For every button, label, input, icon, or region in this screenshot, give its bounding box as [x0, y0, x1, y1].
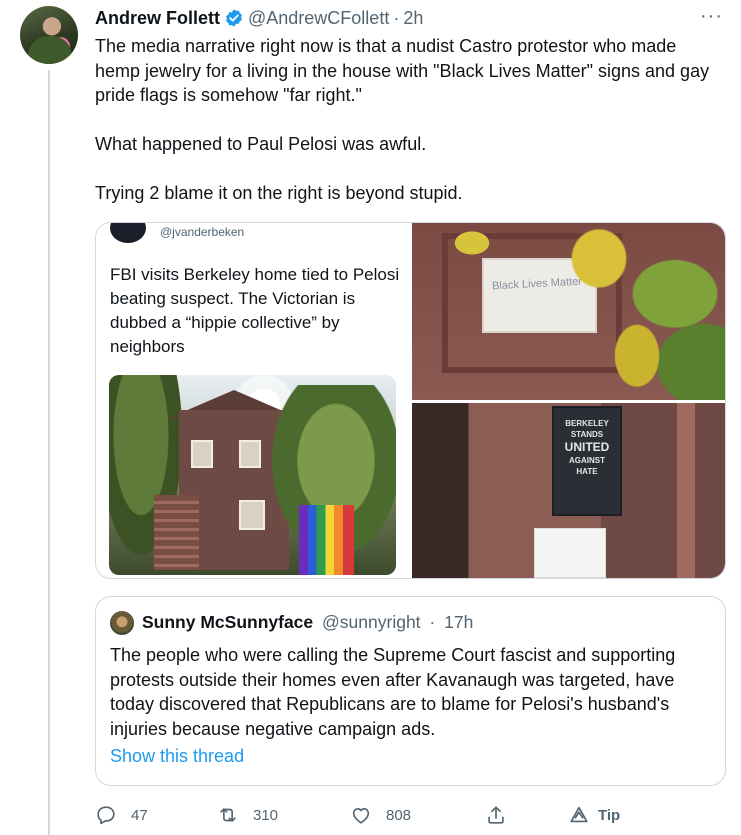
- media-article-screenshot[interactable]: @jvanderbeken FBI visits Berkeley home t…: [96, 223, 409, 578]
- house-photo: [109, 375, 396, 575]
- banner-line: STANDS: [570, 430, 604, 439]
- author-handle[interactable]: @AndrewCFollett: [248, 8, 389, 29]
- more-icon[interactable]: ···: [700, 6, 723, 26]
- posted-paper: [534, 528, 606, 578]
- article-avatar: [110, 223, 146, 243]
- article-handle: @jvanderbeken: [160, 225, 245, 239]
- quoted-tweet-text: The people who were calling the Supreme …: [110, 645, 676, 739]
- tip-icon: [570, 806, 588, 823]
- house-stairs: [154, 495, 199, 570]
- quoted-timestamp[interactable]: 17h: [444, 612, 473, 632]
- tweet-header: Andrew Follett @AndrewCFollett · 2h: [95, 6, 423, 30]
- tip-button[interactable]: Tip: [568, 800, 620, 830]
- quoted-separator: ·: [429, 612, 436, 632]
- like-count: 808: [386, 806, 412, 824]
- like-icon: [352, 807, 370, 824]
- reply-icon: [97, 806, 115, 825]
- quoted-author-name[interactable]: Sunny McSunnyface: [142, 612, 313, 632]
- tweet-paragraph-1: The media narrative right now is that a …: [95, 36, 710, 105]
- banner-line: UNITED: [564, 440, 610, 454]
- banner-line: BERKELEY: [565, 419, 609, 428]
- house-window: [191, 440, 213, 468]
- banner-photo[interactable]: BERKELEY STANDS UNITED AGAINST HATE: [412, 403, 725, 578]
- house-window: [239, 440, 261, 468]
- reply-count: 47: [131, 806, 148, 824]
- tweet-paragraph-3: Trying 2 blame it on the right is beyond…: [95, 183, 463, 203]
- tweet-text: The media narrative right now is that a …: [95, 34, 725, 206]
- porch-pillar: [677, 403, 695, 578]
- tweet-paragraph-2: What happened to Paul Pelosi was awful.: [95, 134, 427, 154]
- berkeley-banner: BERKELEY STANDS UNITED AGAINST HATE: [552, 406, 622, 516]
- retweet-count: 310: [253, 806, 279, 824]
- header-separator: ·: [393, 7, 400, 28]
- share-button[interactable]: [485, 800, 507, 830]
- reply-button[interactable]: 47: [95, 800, 148, 830]
- avatar-image-detail: [28, 36, 72, 64]
- banner-line: AGAINST: [569, 456, 605, 465]
- quoted-author-avatar[interactable]: [110, 611, 134, 635]
- foliage: [542, 223, 725, 400]
- tip-label: Tip: [598, 806, 621, 824]
- foliage: [442, 223, 502, 263]
- verified-badge-icon: [226, 9, 242, 27]
- tweet-media-grid[interactable]: @jvanderbeken FBI visits Berkeley home t…: [95, 222, 726, 579]
- quoted-author-handle[interactable]: @sunnyright: [322, 612, 421, 632]
- like-button[interactable]: 808: [350, 800, 411, 830]
- quoted-tweet-header: Sunny McSunnyface @sunnyright · 17h: [142, 612, 473, 633]
- tweet-timestamp[interactable]: 2h: [403, 8, 423, 29]
- article-headline: FBI visits Berkeley home tied to Pelosi …: [110, 265, 400, 356]
- share-icon: [488, 806, 504, 824]
- thread-line: [48, 70, 50, 835]
- quoted-tweet[interactable]: Sunny McSunnyface @sunnyright · 17h The …: [95, 596, 726, 786]
- tweet-actions: 47 310 808 Tip: [95, 800, 735, 830]
- window-sign-photo[interactable]: Black Lives Matter: [412, 223, 725, 400]
- author-display-name[interactable]: Andrew Follett: [95, 8, 220, 29]
- pride-flag: [299, 505, 354, 575]
- show-thread-link[interactable]: Show this thread: [110, 746, 244, 767]
- retweet-icon: [220, 808, 236, 822]
- author-avatar[interactable]: [20, 6, 78, 64]
- banner-line: HATE: [576, 467, 598, 476]
- retweet-button[interactable]: 310: [217, 800, 278, 830]
